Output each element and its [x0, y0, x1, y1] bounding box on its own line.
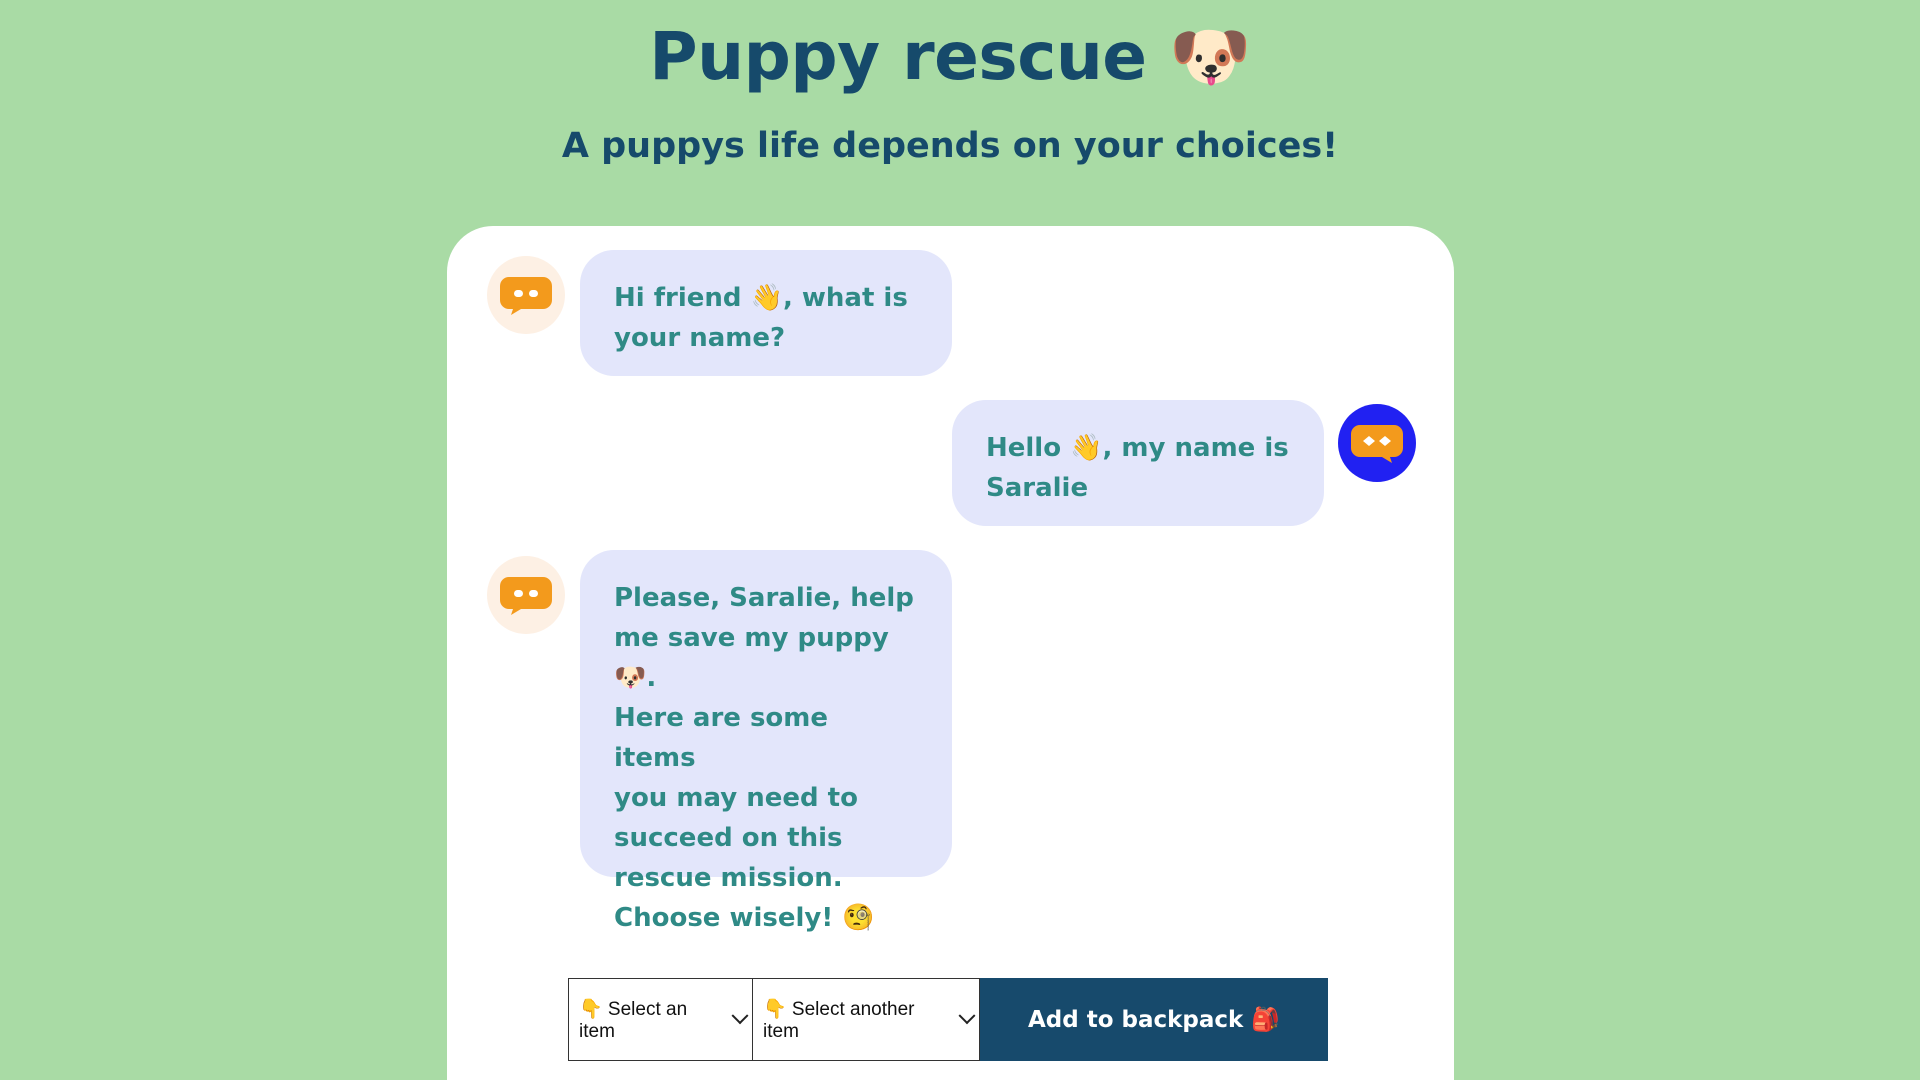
chat-bubble-icon: [500, 577, 552, 615]
page: Puppy rescue 🐶 A puppys life depends on …: [0, 0, 1920, 1080]
chevron-down-icon: [731, 1006, 749, 1024]
another-item-select[interactable]: 👇 Select another item: [753, 978, 980, 1061]
page-title: Puppy rescue 🐶: [649, 18, 1251, 95]
bot-avatar: [487, 256, 565, 334]
another-item-select-label: 👇 Select another item: [763, 998, 915, 1042]
chat-bubble-icon: [500, 277, 552, 315]
add-to-backpack-button[interactable]: Add to backpack 🎒: [980, 978, 1328, 1061]
user-message: Hello 👋, my name is Saralie: [952, 400, 1324, 526]
user-avatar: [1338, 404, 1416, 482]
item-select[interactable]: 👇 Select an item: [568, 978, 753, 1061]
chevron-down-icon: [958, 1006, 976, 1024]
bot-message: Please, Saralie, help me save my puppy 🐶…: [580, 550, 952, 933]
chat-panel: Hi friend 👋, what is your name? Hello 👋,…: [447, 226, 1454, 1080]
chat-bubble-icon: [1351, 425, 1403, 463]
bot-message: Hi friend 👋, what is your name?: [580, 250, 952, 376]
item-controls: 👇 Select an item 👇 Select another item A…: [568, 978, 1328, 1061]
item-select-label: 👇 Select an item: [579, 998, 688, 1042]
page-subtitle: A puppys life depends on your choices!: [561, 126, 1339, 166]
bot-avatar: [487, 556, 565, 634]
